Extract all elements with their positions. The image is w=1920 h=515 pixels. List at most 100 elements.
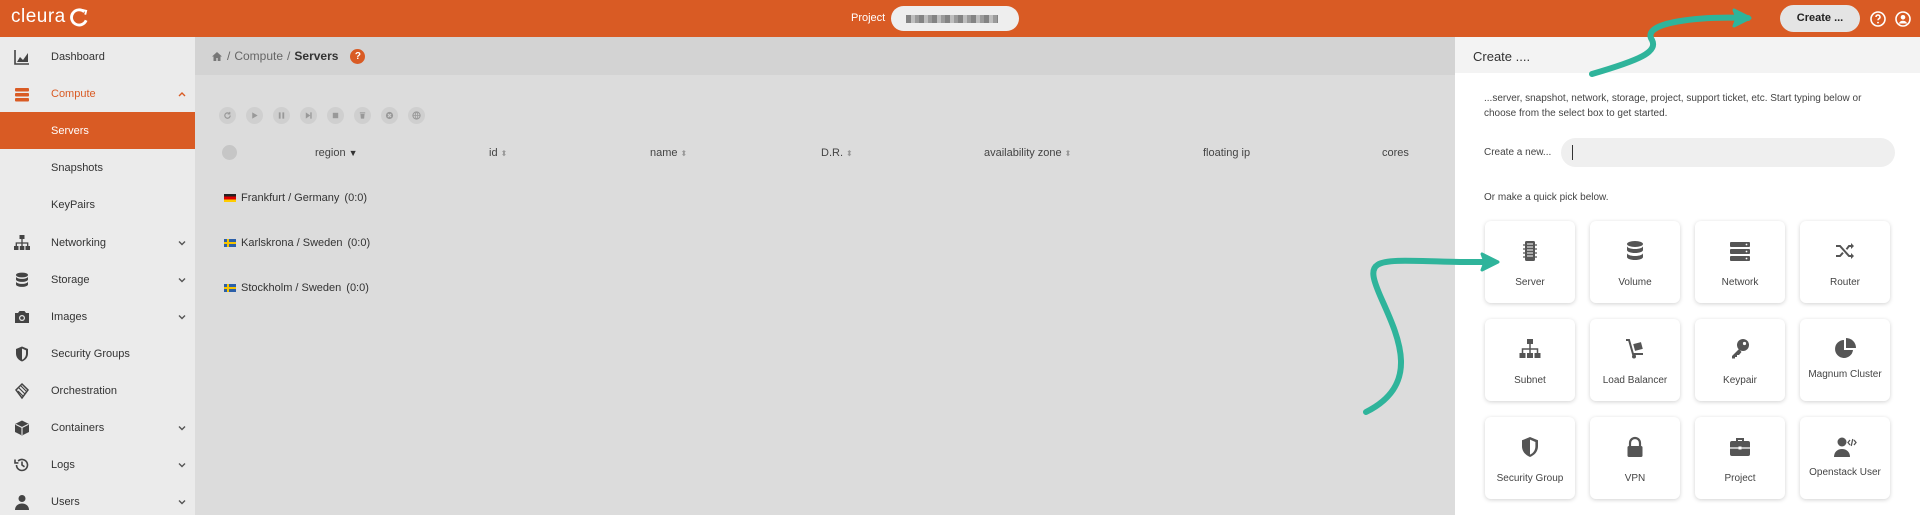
region-name: Karlskrona / Sweden — [241, 237, 343, 249]
cube-icon — [15, 420, 29, 435]
quick-pick-project[interactable]: Project — [1695, 417, 1785, 499]
sidebar-item-servers[interactable]: Servers — [0, 112, 195, 149]
quick-pick-security-group[interactable]: Security Group — [1485, 417, 1575, 499]
project-name-redacted — [906, 15, 998, 23]
quick-pick-keypair[interactable]: Keypair — [1695, 319, 1785, 401]
tile-label: Load Balancer — [1602, 375, 1668, 386]
chevron-down-icon — [178, 499, 186, 504]
network-icon — [1730, 242, 1750, 261]
sidebar-item-logs[interactable]: Logs — [0, 446, 195, 483]
sidebar-item-containers[interactable]: Containers — [0, 409, 195, 446]
region-count: (0:0) — [346, 282, 369, 294]
create-new-input[interactable] — [1561, 138, 1895, 167]
column-label: floating ip — [1203, 147, 1251, 159]
layers-icon — [15, 382, 29, 399]
sidebar-item-storage[interactable]: Storage — [0, 261, 195, 298]
sweden-flag-icon — [224, 284, 236, 292]
quick-pick-subnet[interactable]: Subnet — [1485, 319, 1575, 401]
breadcrumb-compute[interactable]: Compute — [234, 49, 283, 63]
quick-pick-magnum-cluster[interactable]: Magnum Cluster — [1800, 319, 1890, 401]
sidebar-item-label: Users — [51, 495, 80, 508]
sidebar-item-security-groups[interactable]: Security Groups — [0, 335, 195, 372]
chart-area-icon — [14, 49, 29, 65]
create-button[interactable]: Create ... — [1780, 5, 1860, 32]
quick-pick-network[interactable]: Network — [1695, 221, 1785, 303]
sidebar-item-keypairs[interactable]: KeyPairs — [0, 186, 195, 223]
tile-label: Magnum Cluster — [1808, 369, 1882, 380]
play-icon — [252, 112, 258, 119]
step-forward-button[interactable] — [300, 107, 317, 124]
table-row[interactable]: Karlskrona / Sweden (0:0) — [224, 237, 370, 249]
column-label: region — [315, 147, 346, 159]
select-all-checkbox[interactable] — [222, 145, 237, 160]
panel-description: ...server, snapshot, network, storage, p… — [1484, 93, 1862, 119]
sidebar: Dashboard Compute Servers Snapshots KeyP… — [0, 37, 195, 515]
quick-pick-server[interactable]: Server — [1485, 221, 1575, 303]
sidebar-item-networking[interactable]: Networking — [0, 224, 195, 261]
console-button[interactable] — [408, 107, 425, 124]
tile-label: VPN — [1624, 473, 1646, 484]
column-header-dr[interactable]: D.R. ⬍ — [821, 147, 853, 159]
help-icon[interactable] — [1870, 11, 1886, 27]
start-button[interactable] — [246, 107, 263, 124]
project-select[interactable] — [891, 6, 1019, 31]
column-header-region[interactable]: region ▼ — [315, 147, 358, 159]
sidebar-item-label: KeyPairs — [51, 198, 96, 211]
sidebar-item-label: Dashboard — [51, 50, 105, 63]
sidebar-item-orchestration[interactable]: Orchestration — [0, 372, 195, 409]
quick-pick-vpn[interactable]: VPN — [1590, 417, 1680, 499]
server-icon — [1523, 241, 1537, 261]
stop-button[interactable] — [327, 107, 344, 124]
step-forward-icon — [305, 112, 312, 119]
sidebar-item-label: Servers — [51, 124, 89, 137]
delete-button[interactable] — [354, 107, 371, 124]
quick-pick-router[interactable]: Router — [1800, 221, 1890, 303]
logo[interactable]: cleura — [11, 6, 89, 28]
quick-pick-load-balancer[interactable]: Load Balancer — [1590, 319, 1680, 401]
refresh-button[interactable] — [219, 107, 236, 124]
breadcrumb-separator: / — [227, 49, 231, 63]
column-label: cores — [1382, 147, 1409, 159]
user-account-icon[interactable] — [1895, 11, 1911, 27]
sidebar-item-dashboard[interactable]: Dashboard — [0, 38, 195, 75]
pause-icon — [278, 112, 285, 119]
sidebar-item-label: Containers — [51, 421, 105, 434]
sidebar-item-images[interactable]: Images — [0, 298, 195, 335]
column-header-availability-zone[interactable]: availability zone ⬍ — [984, 147, 1071, 159]
sitemap-icon — [1519, 339, 1541, 358]
column-header-name[interactable]: name ⬍ — [650, 147, 687, 159]
region-count: (0:0) — [347, 237, 371, 249]
main-content: / Compute / Servers ? region ▼ id ⬍ name ⬍ … — [195, 37, 1455, 515]
column-header-floating-ip[interactable]: floating ip — [1203, 147, 1250, 159]
globe-icon — [412, 111, 421, 120]
server-stack-icon — [15, 87, 29, 101]
table-row[interactable]: Frankfurt / Germany (0:0) — [224, 192, 367, 204]
user-code-icon — [1834, 437, 1857, 457]
tile-label: Subnet — [1514, 375, 1546, 386]
home-icon[interactable] — [211, 51, 223, 62]
breadcrumb-separator: / — [287, 49, 291, 63]
lock-icon — [1627, 436, 1643, 457]
database-icon — [16, 272, 28, 287]
column-label: name — [650, 147, 678, 159]
cancel-button[interactable] — [381, 107, 398, 124]
tile-label: Project — [1724, 473, 1756, 484]
tile-label: Server — [1515, 277, 1545, 288]
tile-label: Openstack User — [1809, 467, 1881, 478]
cleura-logo-icon — [69, 7, 88, 26]
sidebar-item-snapshots[interactable]: Snapshots — [0, 149, 195, 186]
quick-pick-volume[interactable]: Volume — [1590, 221, 1680, 303]
breadcrumb-current: Servers — [294, 49, 339, 63]
sidebar-item-label: Logs — [51, 458, 75, 471]
tile-label: Keypair — [1723, 375, 1757, 386]
table-row[interactable]: Stockholm / Sweden (0:0) — [224, 282, 369, 294]
chevron-down-icon — [178, 425, 186, 430]
sidebar-item-compute[interactable]: Compute — [0, 75, 195, 112]
column-header-cores[interactable]: cores — [1382, 147, 1409, 159]
column-header-id[interactable]: id ⬍ — [489, 147, 507, 159]
help-badge[interactable]: ? — [350, 48, 366, 64]
pause-button[interactable] — [273, 107, 290, 124]
sidebar-item-users[interactable]: Users — [0, 483, 195, 515]
quick-pick-openstack-user[interactable]: Openstack User — [1800, 417, 1890, 499]
database-icon — [1627, 241, 1643, 260]
